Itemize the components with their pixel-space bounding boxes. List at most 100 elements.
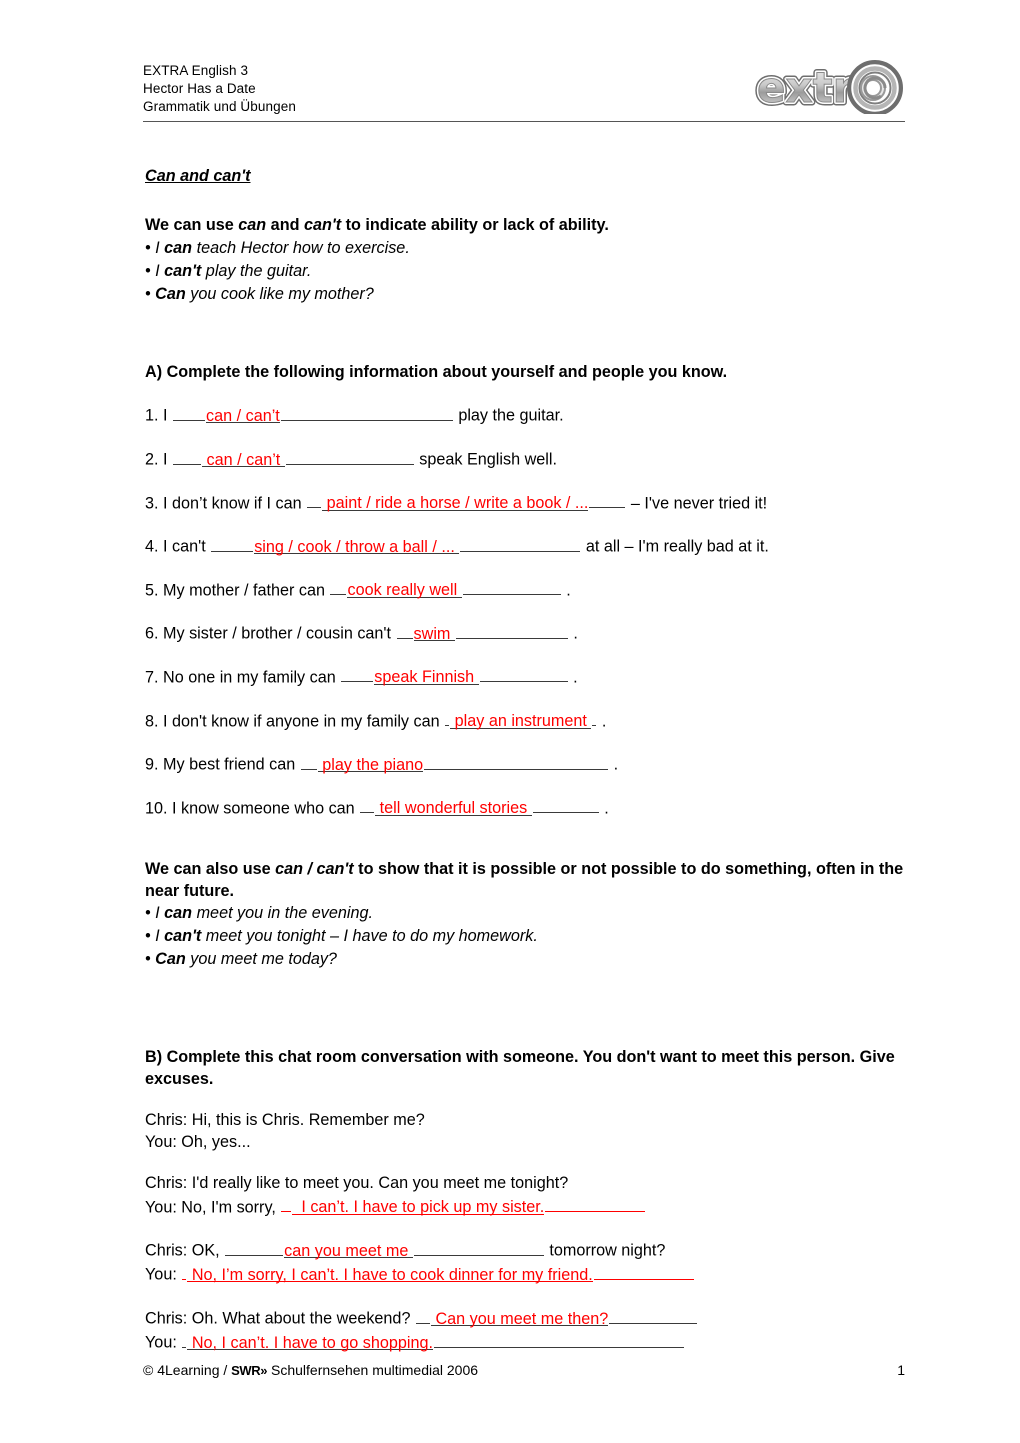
- footer-publisher-text: Schulfernsehen multimedial 2006: [267, 1362, 479, 1378]
- question-prompt-post: speak English well.: [419, 450, 557, 469]
- answer-blank-lead[interactable]: [330, 578, 347, 596]
- you-answer-text[interactable]: I can’t. I have to pick up my sister.: [292, 1197, 545, 1216]
- task-a-heading: A) Complete the following information ab…: [145, 362, 728, 381]
- answer-text[interactable]: play an instrument: [450, 711, 592, 730]
- task-a-question: 9. My best friend can play the piano .: [145, 752, 905, 776]
- answer-blank-trail[interactable]: [455, 621, 568, 639]
- answer-text[interactable]: can / can’t: [202, 450, 285, 469]
- question-prompt-pre: My sister / brother / cousin can't: [163, 624, 392, 643]
- you-answer-blank-trail[interactable]: [593, 1262, 694, 1280]
- question-number: 8.: [145, 712, 159, 731]
- example-2-post: play the guitar.: [201, 261, 312, 280]
- question-line: 6. My sister / brother / cousin can't sw…: [145, 621, 905, 645]
- answer-text[interactable]: paint / ride a horse / write a book / ..…: [322, 493, 589, 512]
- document-content: Can and can't We can use can and can't t…: [145, 166, 905, 1374]
- extra-logo: extr extr extr: [753, 58, 905, 114]
- you-answer-blank-lead[interactable]: [182, 1330, 187, 1348]
- task-a-question: 6. My sister / brother / cousin can't sw…: [145, 621, 905, 645]
- answer-blank-trail[interactable]: [532, 796, 599, 814]
- answer-blank-lead[interactable]: [341, 665, 374, 683]
- task-b-heading: B) Complete this chat room conversation …: [145, 1047, 895, 1088]
- answer-text[interactable]: sing / cook / throw a ball / ...: [254, 537, 460, 556]
- answer-blank-lead[interactable]: [300, 752, 317, 770]
- chat-chris-text: Chris: OK,: [145, 1241, 220, 1260]
- task-a-question: 1. I can / can’t play the guitar.: [145, 403, 905, 427]
- answer-text[interactable]: cook really well: [347, 580, 462, 599]
- chat-chris-text: Chris: Oh. What about the weekend?: [145, 1309, 411, 1328]
- question-prompt-pre: No one in my family can: [163, 668, 336, 687]
- example-1-keyword: can: [164, 238, 193, 257]
- answer-blank-lead[interactable]: [445, 709, 450, 727]
- example-p1-pre: I: [155, 903, 165, 922]
- document-page: EXTRA English 3 Hector Has a Date Gramma…: [0, 0, 1020, 1443]
- you-answer-blank-lead[interactable]: [281, 1195, 292, 1213]
- you-answer-blank-trail[interactable]: [434, 1330, 684, 1348]
- footer-copyright-text: © 4Learning /: [143, 1362, 232, 1378]
- answer-text[interactable]: swim: [413, 624, 455, 643]
- question-line: 3. I don’t know if I can paint / ride a …: [145, 491, 905, 515]
- page-number: 1: [897, 1362, 905, 1378]
- chat-line-chris: Chris: Hi, this is Chris. Remember me?: [145, 1110, 905, 1131]
- question-line: 1. I can / can’t play the guitar.: [145, 403, 905, 427]
- chat-exchange: Chris: Oh. What about the weekend? Can y…: [145, 1306, 905, 1354]
- you-answer-text[interactable]: No, I’m sorry, I can’t. I have to cook d…: [187, 1265, 593, 1284]
- rule-ability: We can use can and can't to indicate abi…: [145, 215, 905, 236]
- chat-chris-text: Chris: I'd really like to meet you. Can …: [145, 1174, 569, 1193]
- example-p3-post: you meet me today?: [185, 949, 337, 968]
- chat-you-label: You: No, I'm sorry,: [145, 1198, 276, 1217]
- question-number: 9.: [145, 755, 159, 774]
- answer-blank-trail[interactable]: [424, 752, 609, 770]
- footer-copyright: © 4Learning / SWR» Schulfernsehen multim…: [143, 1362, 478, 1378]
- example-possibility-1: • I can meet you in the evening.: [145, 903, 373, 922]
- example-ability-1: • I can teach Hector how to exercise.: [145, 238, 410, 257]
- answer-blank-lead[interactable]: [173, 403, 206, 421]
- you-answer-text[interactable]: No, I can’t. I have to go shopping.: [187, 1333, 433, 1352]
- chat-line-you: You: No, I'm sorry, I can’t. I have to p…: [145, 1195, 905, 1219]
- question-prompt-pre: I don’t know if I can: [163, 494, 302, 513]
- chat-line-chris: Chris: Oh. What about the weekend? Can y…: [145, 1306, 905, 1330]
- answer-blank-trail[interactable]: [285, 447, 414, 465]
- answer-blank-lead[interactable]: [211, 534, 254, 552]
- example-p2-keyword: can't: [164, 926, 202, 945]
- chris-answer-blank-lead[interactable]: [225, 1238, 284, 1256]
- task-a-question: 10. I know someone who can tell wonderfu…: [145, 796, 905, 820]
- task-a-question: 8. I don't know if anyone in my family c…: [145, 709, 905, 733]
- svg-text:extr: extr: [757, 63, 854, 112]
- question-prompt-post: .: [604, 799, 609, 818]
- answer-text[interactable]: tell wonderful stories: [375, 798, 532, 817]
- page-footer: © 4Learning / SWR» Schulfernsehen multim…: [143, 1362, 905, 1378]
- example-p2-post: meet you tonight – I have to do my homew…: [201, 926, 538, 945]
- chris-answer-blank-trail[interactable]: [413, 1238, 544, 1256]
- question-number: 7.: [145, 668, 159, 687]
- question-line: 7. No one in my family can speak Finnish…: [145, 665, 905, 689]
- chat-you-label: You:: [145, 1333, 177, 1352]
- chat-line-you: You: No, I can’t. I have to go shopping.: [145, 1330, 905, 1354]
- chris-answer-blank-lead[interactable]: [415, 1306, 430, 1324]
- example-possibility-3: • Can you meet me today?: [145, 949, 337, 968]
- question-line: 4. I can't sing / cook / throw a ball / …: [145, 534, 905, 558]
- answer-blank-lead[interactable]: [360, 796, 375, 814]
- example-p3-keyword: Can: [155, 949, 186, 968]
- answer-text[interactable]: speak Finnish: [374, 667, 479, 686]
- question-prompt-pre: My mother / father can: [163, 581, 325, 600]
- chat-exchange: Chris: I'd really like to meet you. Can …: [145, 1173, 905, 1218]
- answer-blank-trail[interactable]: [280, 403, 453, 421]
- chat-line-chris: Chris: I'd really like to meet you. Can …: [145, 1173, 905, 1194]
- chris-answer-text[interactable]: Can you meet me then?: [430, 1309, 609, 1328]
- answer-blank-trail[interactable]: [462, 578, 561, 596]
- answer-blank-trail[interactable]: [460, 534, 581, 552]
- you-answer-blank-trail[interactable]: [545, 1195, 646, 1213]
- answer-blank-trail[interactable]: [479, 665, 568, 683]
- you-answer-blank-lead[interactable]: [182, 1262, 187, 1280]
- chris-answer-blank-trail[interactable]: [609, 1306, 698, 1324]
- answer-text[interactable]: can / can’t: [206, 406, 280, 425]
- chris-answer-text[interactable]: can you meet me: [284, 1241, 413, 1260]
- answer-text[interactable]: play the piano: [317, 755, 424, 774]
- answer-blank-trail[interactable]: [592, 709, 597, 727]
- answer-blank-lead[interactable]: [173, 447, 202, 465]
- answer-blank-lead[interactable]: [396, 621, 413, 639]
- example-p1-keyword: can: [164, 903, 193, 922]
- answer-blank-lead[interactable]: [307, 491, 322, 509]
- task-a-question-list: 1. I can / can’t play the guitar. 2. I ca…: [145, 403, 905, 819]
- answer-blank-trail[interactable]: [589, 491, 626, 509]
